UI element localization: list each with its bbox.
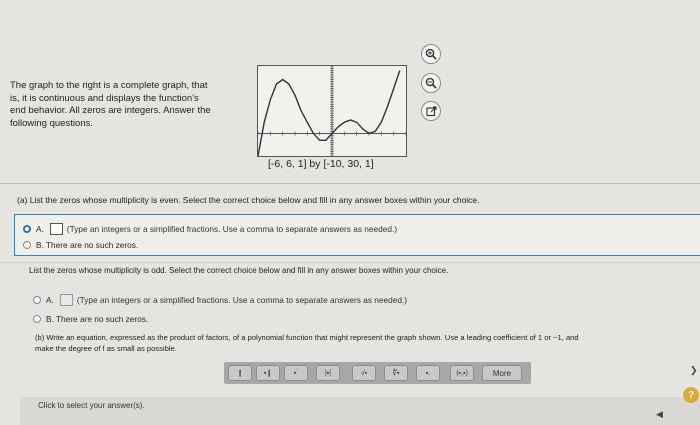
ordered-pair-button[interactable]: (▪,▪) — [450, 365, 474, 381]
prompt-line: The graph to the right is a complete gra… — [10, 80, 208, 91]
part-a-heading: (a) List the zeros whose multiplicity is… — [17, 195, 480, 205]
radio-button[interactable] — [33, 315, 41, 323]
polynomial-curve — [257, 70, 401, 157]
decimal-button[interactable]: ▪. — [416, 365, 440, 381]
mixed-number-button[interactable]: ▪❙ — [256, 365, 280, 381]
answer-input-box[interactable] — [49, 223, 63, 235]
chevron-right-icon[interactable]: ❯ — [690, 365, 698, 376]
square-root-button[interactable]: √▪ — [352, 365, 376, 381]
section-divider — [0, 262, 700, 263]
absolute-value-button[interactable]: |▪| — [316, 365, 340, 381]
math-input-toolbar: ❙ ▪❙ ▪˙ |▪| √▪ ∜▪ ▪. (▪,▪) More — [224, 362, 531, 384]
zoom-in-icon[interactable] — [421, 44, 441, 64]
prompt-line: end behavior. All zeros are integers. An… — [10, 105, 211, 116]
part-a-option-b[interactable]: B. There are no such zeros. — [23, 240, 138, 250]
exponent-button[interactable]: ▪˙ — [284, 365, 308, 381]
function-graph — [257, 65, 407, 157]
fraction-button[interactable]: ❙ — [228, 365, 252, 381]
option-hint: (Type an integers or a simplified fracti… — [66, 224, 398, 234]
odd-option-a[interactable]: A. (Type an integers or a simplified fra… — [33, 294, 407, 306]
status-message: Click to select your answer(s). — [38, 401, 145, 410]
previous-arrow-icon[interactable]: ◀ — [656, 409, 663, 420]
radio-button[interactable] — [23, 241, 31, 249]
option-letter: A. — [46, 295, 54, 305]
odd-zeros-heading: List the zeros whose multiplicity is odd… — [29, 266, 449, 275]
answer-input-box[interactable] — [59, 294, 73, 306]
option-hint: (Type an integers or a simplified fracti… — [76, 295, 408, 305]
option-label: B. There are no such zeros. — [36, 240, 139, 250]
option-letter: A. — [36, 224, 44, 234]
nth-root-button[interactable]: ∜▪ — [384, 365, 408, 381]
prompt-line: following questions. — [10, 117, 93, 129]
axis-ticks — [257, 65, 407, 157]
prompt-line: is, it is continuous and displays the fu… — [10, 92, 199, 104]
zoom-out-icon[interactable] — [421, 73, 441, 93]
graph-window-caption: [-6, 6, 1] by [-10, 30, 1] — [268, 158, 374, 170]
part-b-instruction-line-2: make the degree of f as small as possibl… — [35, 344, 177, 353]
help-icon[interactable]: ? — [683, 387, 699, 403]
external-link-icon[interactable] — [421, 101, 441, 121]
radio-button[interactable] — [23, 225, 31, 233]
part-a-option-a[interactable]: A. (Type an integers or a simplified fra… — [23, 223, 397, 235]
part-a-choices: A. (Type an integers or a simplified fra… — [14, 214, 700, 256]
odd-option-b[interactable]: B. There are no such zeros. — [33, 314, 148, 324]
status-bar: Click to select your answer(s). ◀ — [20, 397, 700, 425]
option-label: B. There are no such zeros. — [46, 314, 149, 324]
graph-svg — [257, 65, 407, 157]
part-b-instruction-line-1: (b) Write an equation, expressed as the … — [35, 333, 579, 342]
section-divider — [0, 183, 700, 184]
radio-button[interactable] — [33, 296, 41, 304]
more-button[interactable]: More — [482, 365, 522, 381]
problem-prompt: The graph to the right is a complete gra… — [10, 80, 225, 130]
